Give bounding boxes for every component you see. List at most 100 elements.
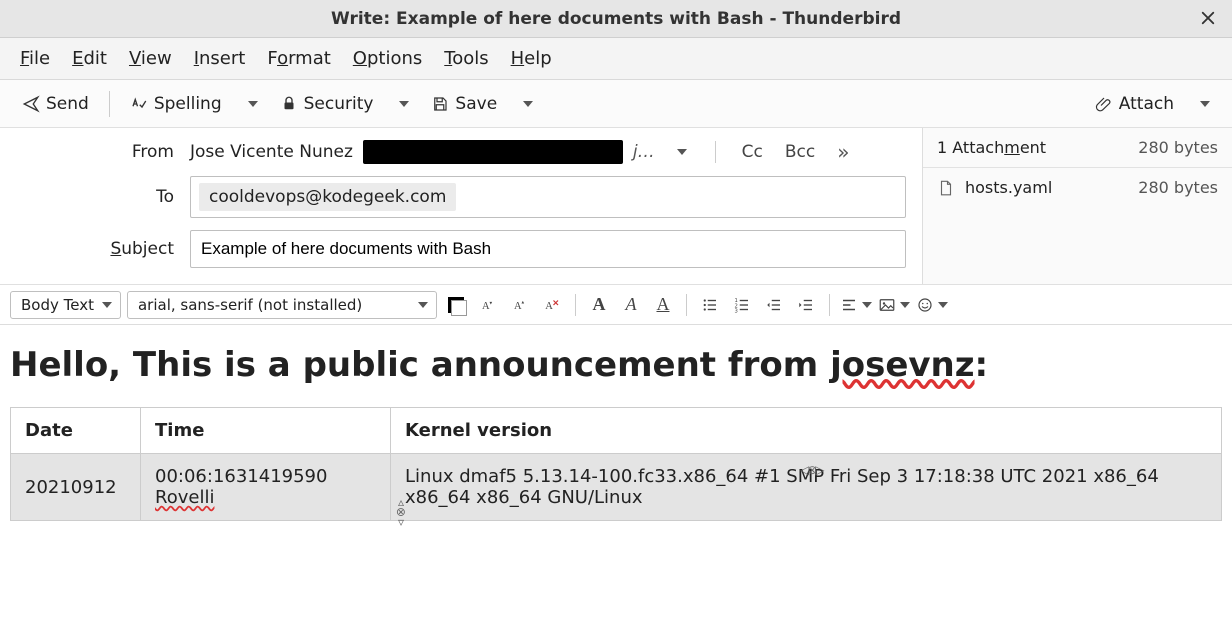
cell-date: 20210912 bbox=[11, 454, 141, 521]
attachment-size: 280 bytes bbox=[1138, 178, 1218, 197]
from-identity-dropdown[interactable] bbox=[665, 145, 695, 159]
svg-text:A: A bbox=[545, 300, 553, 311]
window-close-button[interactable] bbox=[1196, 6, 1220, 30]
font-size-increase-button[interactable]: A▴ bbox=[507, 292, 533, 318]
table-column-resize-handle[interactable]: ◁⊗▷ bbox=[800, 463, 823, 477]
attach-dropdown[interactable] bbox=[1188, 97, 1218, 111]
attachment-item[interactable]: hosts.yaml 280 bytes bbox=[923, 168, 1232, 207]
image-icon bbox=[878, 296, 896, 314]
chevron-down-icon bbox=[523, 101, 533, 107]
insert-image-button[interactable] bbox=[878, 292, 910, 318]
window-title: Write: Example of here documents with Ba… bbox=[331, 9, 901, 29]
chevron-down-icon bbox=[900, 302, 910, 308]
chevron-down-icon bbox=[862, 302, 872, 308]
indent-button[interactable] bbox=[793, 292, 819, 318]
save-dropdown[interactable] bbox=[511, 97, 541, 111]
table-row: 20210912 00:06:1631419590 Rovelli Linux … bbox=[11, 454, 1222, 521]
lock-icon bbox=[280, 95, 298, 113]
toolbar-separator bbox=[109, 91, 110, 117]
color-swatch-icon bbox=[448, 297, 464, 313]
from-email-redacted bbox=[363, 140, 623, 164]
clear-format-icon: A bbox=[543, 296, 561, 314]
menu-view[interactable]: View bbox=[129, 48, 172, 69]
bullet-list-icon bbox=[701, 296, 719, 314]
send-icon bbox=[22, 95, 40, 113]
security-button[interactable]: Security bbox=[272, 90, 382, 118]
to-field[interactable]: cooldevops@kodegeek.com bbox=[190, 176, 906, 218]
body-heading: Hello, This is a public announcement fro… bbox=[10, 345, 1222, 385]
from-name: Jose Vicente Nunez bbox=[190, 142, 353, 162]
subject-row: Subject bbox=[0, 230, 906, 268]
smiley-icon bbox=[916, 296, 934, 314]
table-row-resize-handle[interactable]: ▵⊗▿ bbox=[394, 495, 408, 527]
spelling-dropdown[interactable] bbox=[236, 97, 266, 111]
outdent-button[interactable] bbox=[761, 292, 787, 318]
attachments-pane: 1 Attachment 280 bytes hosts.yaml 280 by… bbox=[922, 128, 1232, 284]
menu-format[interactable]: Format bbox=[267, 48, 330, 69]
menu-edit[interactable]: Edit bbox=[72, 48, 107, 69]
menu-tools[interactable]: Tools bbox=[444, 48, 488, 69]
indent-icon bbox=[797, 296, 815, 314]
chevron-down-icon bbox=[677, 149, 687, 155]
from-row: From Jose Vicente Nunez j… Cc Bcc » bbox=[0, 140, 906, 164]
table-header-row: Date Time Kernel version bbox=[11, 408, 1222, 454]
more-recipients-button[interactable]: » bbox=[831, 140, 855, 164]
save-icon bbox=[431, 95, 449, 113]
menu-file[interactable]: File bbox=[20, 48, 50, 69]
svg-text:▾: ▾ bbox=[489, 300, 492, 306]
svg-text:▴: ▴ bbox=[521, 299, 524, 305]
remove-formatting-button[interactable]: A bbox=[539, 292, 565, 318]
attach-button[interactable]: Attach bbox=[1087, 90, 1182, 118]
save-button[interactable]: Save bbox=[423, 90, 505, 118]
chevron-down-icon bbox=[1200, 101, 1210, 107]
add-bcc-button[interactable]: Bcc bbox=[779, 140, 821, 164]
paperclip-icon bbox=[1095, 95, 1113, 113]
chevron-down-icon bbox=[248, 101, 258, 107]
insert-emoji-button[interactable] bbox=[916, 292, 948, 318]
chevron-down-icon bbox=[399, 101, 409, 107]
italic-button[interactable]: A bbox=[618, 292, 644, 318]
compose-header: From Jose Vicente Nunez j… Cc Bcc » To c… bbox=[0, 128, 1232, 285]
font-size-decrease-button[interactable]: A▾ bbox=[475, 292, 501, 318]
subject-input[interactable] bbox=[190, 230, 906, 268]
attachments-count: 1 Attach bbox=[937, 138, 1004, 157]
menu-help[interactable]: Help bbox=[511, 48, 552, 69]
attachments-header[interactable]: 1 Attachment 280 bytes bbox=[923, 128, 1232, 168]
col-header-date: Date bbox=[11, 408, 141, 454]
from-identity-abbrev: j… bbox=[633, 142, 655, 162]
format-toolbar: Body Text arial, sans-serif (not install… bbox=[0, 285, 1232, 325]
align-button[interactable] bbox=[840, 292, 872, 318]
from-label: From bbox=[0, 142, 190, 162]
font-smaller-icon: A▾ bbox=[479, 296, 497, 314]
window-titlebar: Write: Example of here documents with Ba… bbox=[0, 0, 1232, 38]
paragraph-style-select[interactable]: Body Text bbox=[10, 291, 121, 319]
file-icon bbox=[937, 179, 955, 197]
recipient-pill[interactable]: cooldevops@kodegeek.com bbox=[199, 183, 456, 211]
add-cc-button[interactable]: Cc bbox=[736, 140, 769, 164]
numbered-list-icon: 123 bbox=[733, 296, 751, 314]
field-separator bbox=[715, 141, 716, 163]
col-header-kernel: Kernel version bbox=[391, 408, 1222, 454]
spellcheck-icon bbox=[130, 95, 148, 113]
to-row: To cooldevops@kodegeek.com bbox=[0, 176, 906, 218]
message-body-editor[interactable]: Hello, This is a public announcement fro… bbox=[0, 325, 1232, 545]
attachments-total-size: 280 bytes bbox=[1138, 138, 1218, 157]
col-header-time: Time bbox=[141, 408, 391, 454]
bullet-list-button[interactable] bbox=[697, 292, 723, 318]
bold-button[interactable]: A bbox=[586, 292, 612, 318]
numbered-list-button[interactable]: 123 bbox=[729, 292, 755, 318]
close-icon bbox=[1199, 9, 1217, 27]
font-larger-icon: A▴ bbox=[511, 296, 529, 314]
text-color-button[interactable] bbox=[443, 292, 469, 318]
spelling-button[interactable]: Spelling bbox=[122, 90, 230, 118]
align-left-icon bbox=[840, 296, 858, 314]
font-family-select[interactable]: arial, sans-serif (not installed) bbox=[127, 291, 437, 319]
underline-button[interactable]: A bbox=[650, 292, 676, 318]
body-table: Date Time Kernel version 20210912 00:06:… bbox=[10, 407, 1222, 521]
chevron-down-icon bbox=[938, 302, 948, 308]
security-dropdown[interactable] bbox=[387, 97, 417, 111]
send-button[interactable]: Send bbox=[14, 90, 97, 118]
svg-text:3: 3 bbox=[734, 308, 737, 314]
menu-insert[interactable]: Insert bbox=[194, 48, 246, 69]
menu-options[interactable]: Options bbox=[353, 48, 422, 69]
